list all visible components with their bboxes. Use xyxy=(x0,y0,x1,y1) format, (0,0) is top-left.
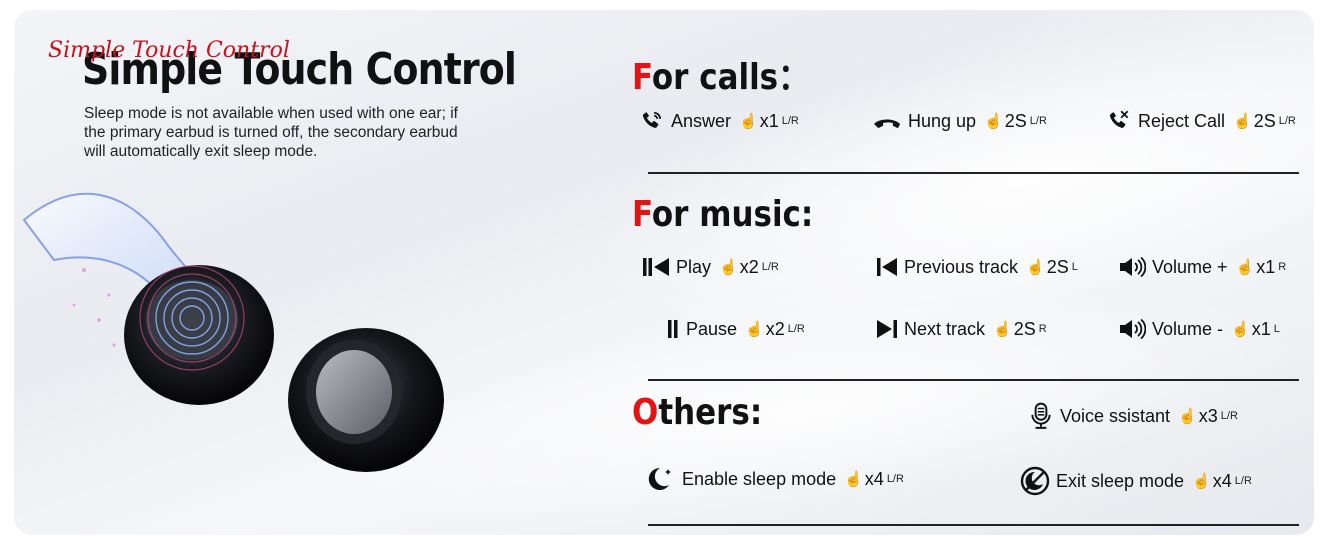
moon-icon xyxy=(648,467,671,490)
earbuds-illustration xyxy=(22,192,444,472)
divider-others xyxy=(648,524,1299,526)
call-reject: Reject Call ☝ 2S L/R xyxy=(1106,108,1296,134)
tap-hand-icon: ☝ xyxy=(1026,259,1045,276)
tap-hand-icon: ☝ xyxy=(1178,408,1197,425)
music-previous-label: Previous track xyxy=(904,256,1019,277)
music-next-side: R xyxy=(1038,323,1047,335)
voice-assistant-side: L/R xyxy=(1220,410,1238,422)
tap-hand-icon: ☝ xyxy=(844,471,863,488)
others-heading: Others: xyxy=(632,392,763,433)
banner: Simple Touch Control Simple Touch Contro… xyxy=(14,10,1314,535)
play-icon xyxy=(643,258,669,276)
enable-sleep-label: Enable sleep mode xyxy=(682,468,837,489)
music-volume-down-label: Volume - xyxy=(1152,318,1224,339)
enable-sleep: Enable sleep mode ☝ x4 L/R xyxy=(646,466,904,492)
previous-track-icon xyxy=(877,258,897,276)
phone-answer-icon xyxy=(642,111,661,128)
tap-hand-icon: ☝ xyxy=(719,259,738,276)
sleep-mode-note: Sleep mode is not available when used wi… xyxy=(84,105,458,160)
music-volume-down-count: x1 xyxy=(1251,318,1271,339)
call-answer: Answer ☝ x1 L/R xyxy=(639,108,799,134)
music-next-count: 2S xyxy=(1013,318,1036,339)
tap-hand-icon: ☝ xyxy=(739,113,758,130)
music-pause-count: x2 xyxy=(765,318,785,339)
call-reject-side: L/R xyxy=(1278,115,1296,127)
volume-up-icon xyxy=(1120,256,1146,278)
music-play: Play ☝ x2 L/R xyxy=(642,256,779,278)
divider-calls xyxy=(648,172,1299,174)
call-hang-up: Hung up ☝ 2S L/R xyxy=(872,108,1047,134)
music-volume-up: Volume + ☝ x1 R xyxy=(1118,256,1286,278)
exit-sleep-count: x4 xyxy=(1212,470,1232,491)
call-hang-up-label: Hung up xyxy=(908,110,977,131)
music-volume-up-count: x1 xyxy=(1256,256,1276,277)
music-previous-count: 2S xyxy=(1046,256,1069,277)
tap-hand-icon: ☝ xyxy=(1233,113,1252,130)
music-heading: For music: xyxy=(632,194,814,235)
music-play-label: Play xyxy=(676,256,712,277)
exit-sleep-label: Exit sleep mode xyxy=(1056,470,1185,491)
music-previous: Previous track ☝ 2S L xyxy=(876,256,1078,278)
hang-up-icon xyxy=(874,119,900,128)
call-reject-label: Reject Call xyxy=(1138,110,1226,131)
exit-sleep: Exit sleep mode ☝ x4 L/R xyxy=(1020,466,1252,496)
tap-hand-icon: ☝ xyxy=(1192,473,1211,490)
volume-down-icon xyxy=(1120,318,1146,340)
voice-assistant-count: x3 xyxy=(1198,405,1218,426)
tap-hand-icon: ☝ xyxy=(1231,321,1250,338)
music-play-count: x2 xyxy=(739,256,759,277)
exit-sleep-side: L/R xyxy=(1234,475,1252,487)
script-title: Simple Touch Control xyxy=(48,38,290,63)
tap-hand-icon: ☝ xyxy=(984,113,1003,130)
music-pause-side: L/R xyxy=(787,323,805,335)
voice-assistant-label: Voice ssistant xyxy=(1060,405,1171,426)
music-next-label: Next track xyxy=(904,318,986,339)
call-reject-count: 2S xyxy=(1253,110,1276,131)
music-previous-side: L xyxy=(1071,261,1078,273)
call-answer-label: Answer xyxy=(671,110,732,131)
tap-hand-icon: ☝ xyxy=(745,321,764,338)
tap-hand-icon: ☝ xyxy=(993,321,1012,338)
calls-heading: For calls： xyxy=(632,57,810,98)
music-pause: Pause ☝ x2 L/R xyxy=(666,318,805,340)
music-play-side: L/R xyxy=(761,261,779,273)
music-volume-up-side: R xyxy=(1278,261,1287,273)
next-track-icon xyxy=(877,320,897,338)
tap-hand-icon: ☝ xyxy=(1235,259,1255,276)
enable-sleep-side: L/R xyxy=(886,473,904,485)
music-volume-down-side: L xyxy=(1273,323,1280,335)
microphone-icon xyxy=(1031,402,1051,429)
music-volume-down: Volume - ☝ x1 L xyxy=(1118,318,1280,340)
call-answer-side: L/R xyxy=(781,115,799,127)
reject-call-icon xyxy=(1109,110,1129,128)
exit-sleep-icon xyxy=(1020,466,1050,496)
voice-assistant: Voice ssistant ☝ x3 L/R xyxy=(1028,402,1238,430)
call-answer-count: x1 xyxy=(759,110,779,131)
music-pause-label: Pause xyxy=(686,318,738,339)
enable-sleep-count: x4 xyxy=(864,468,884,489)
call-hang-up-count: 2S xyxy=(1004,110,1027,131)
call-hang-up-side: L/R xyxy=(1029,115,1047,127)
pause-icon xyxy=(668,320,678,338)
divider-music xyxy=(648,379,1299,381)
music-volume-up-label: Volume + xyxy=(1152,256,1228,277)
music-next: Next track ☝ 2S R xyxy=(876,318,1047,340)
